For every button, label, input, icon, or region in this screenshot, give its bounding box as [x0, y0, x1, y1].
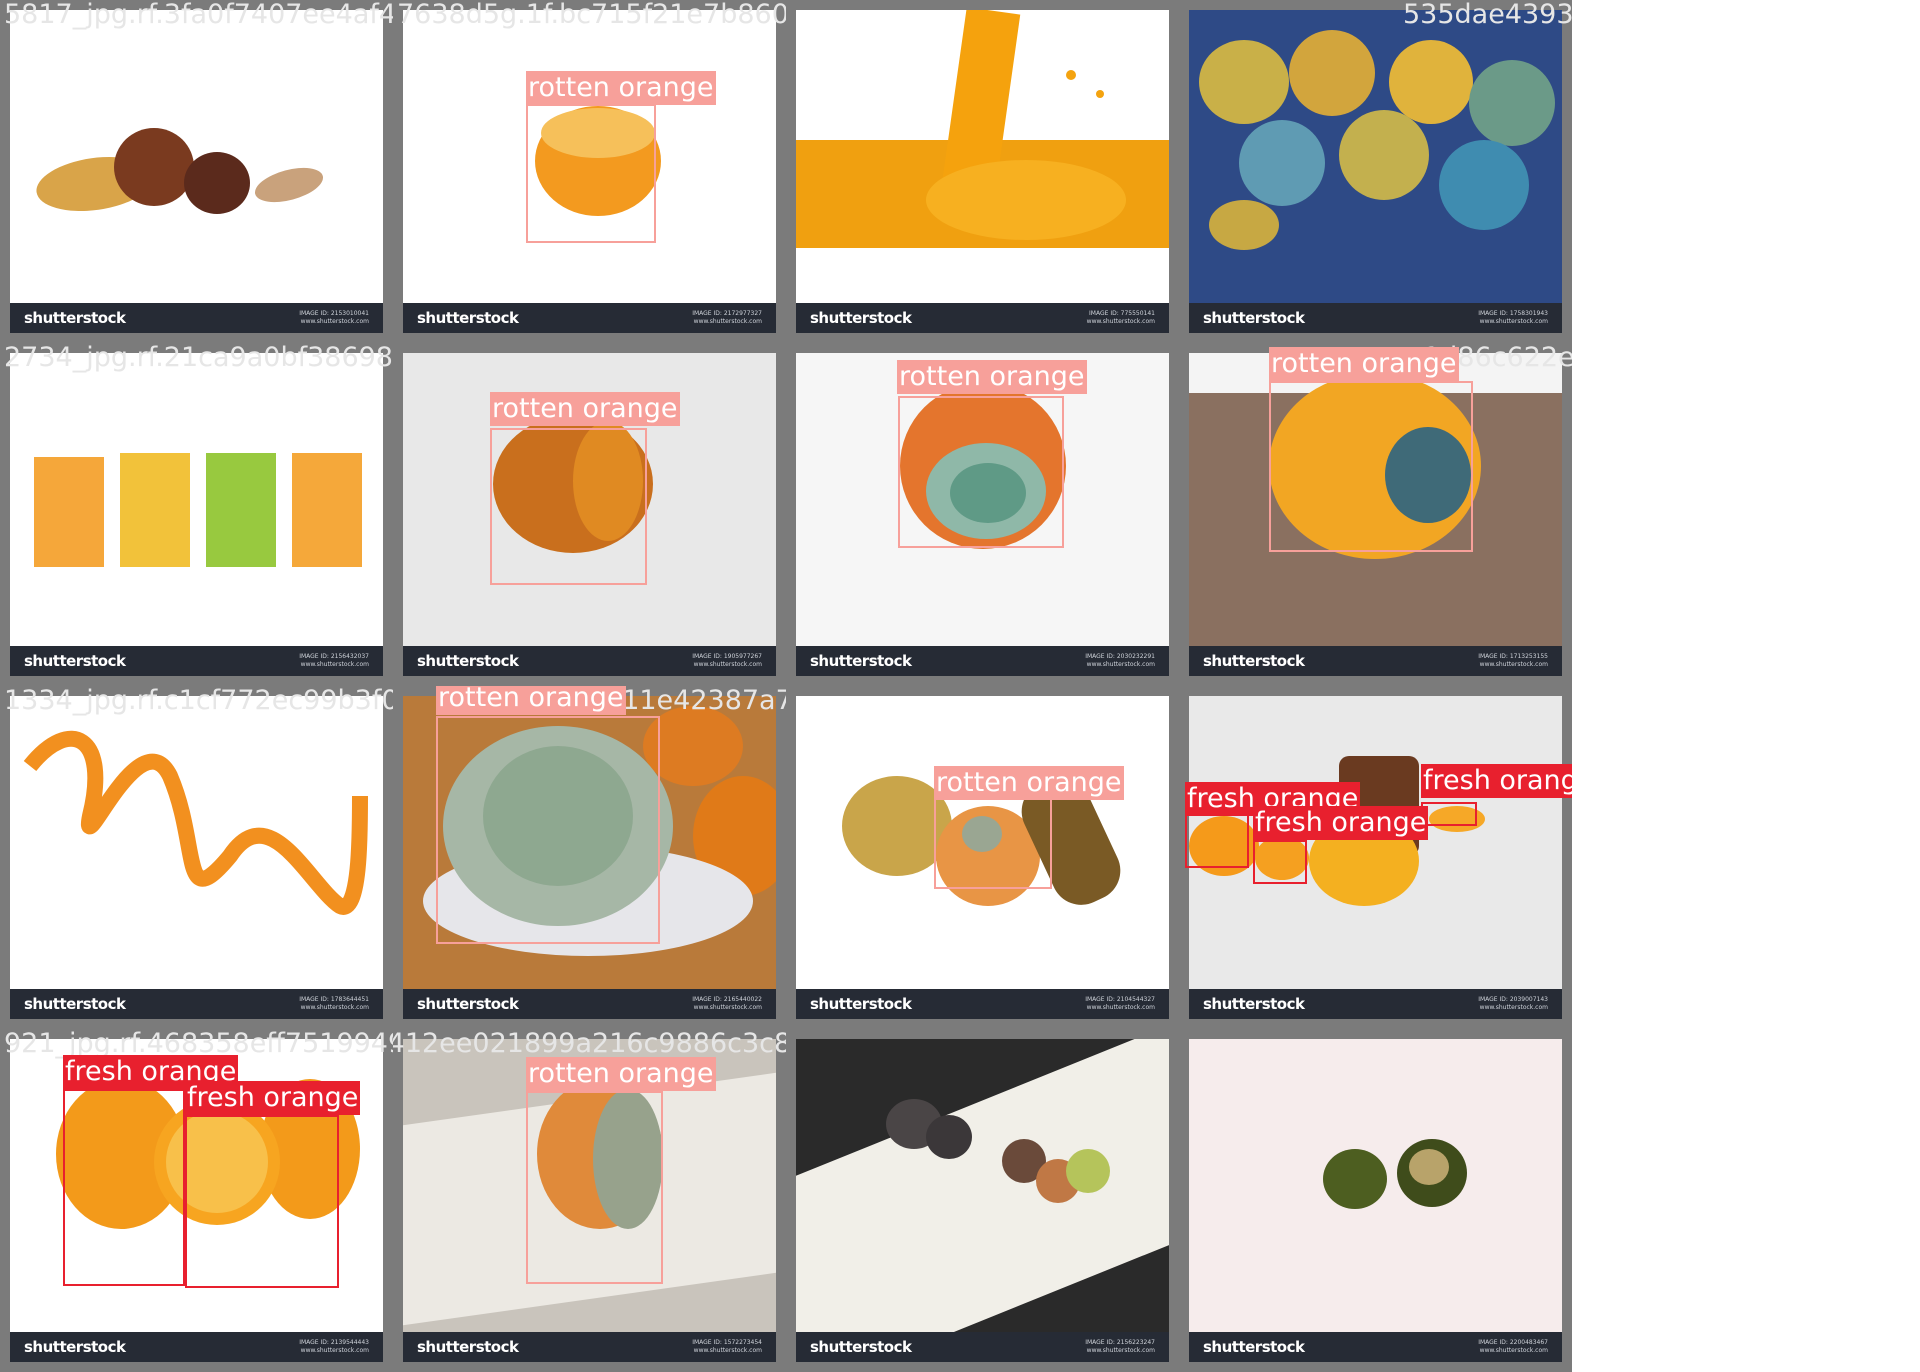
brand-logo: shutterstock	[1203, 652, 1305, 670]
bounding-box	[526, 1091, 663, 1284]
grid-cell: shutterstock IMAGE ID: 775550141 www.shutt…	[786, 0, 1179, 343]
photo: shutterstock IMAGE ID: 2156432037 www.shut…	[10, 353, 383, 676]
photo: shutterstock IMAGE ID: 2153010041 www.shut…	[10, 10, 383, 333]
grid-cell: shutterstock IMAGE ID: 2165440022 www.shut…	[393, 686, 786, 1029]
grid-cell: shutterstock IMAGE ID: 2156223247 www.shut…	[786, 1029, 1179, 1372]
box-label: rotten orange	[490, 392, 680, 426]
photo: shutterstock IMAGE ID: 1758301943 www.shut…	[1189, 10, 1562, 333]
grid-cell: shutterstock IMAGE ID: 2104544327 www.shut…	[786, 686, 1179, 1029]
brand-logo: shutterstock	[810, 309, 912, 327]
filename-label: 2734_jpg.rf.21ca9a0bf38698fbb9f67f02bc6c…	[4, 343, 393, 373]
brand-logo: shutterstock	[810, 1338, 912, 1356]
grid-cell: shutterstock IMAGE ID: 1713253155 www.shut…	[1179, 343, 1572, 686]
brand-logo: shutterstock	[417, 995, 519, 1013]
box-label: fresh orange	[1421, 764, 1572, 798]
photo: shutterstock IMAGE ID: 2200483467 www.shut…	[1189, 1039, 1562, 1362]
bounding-box	[898, 396, 1064, 548]
grid-cell: shutterstock IMAGE ID: 1572273454 www.shut…	[393, 1029, 786, 1372]
bounding-box	[436, 716, 660, 944]
grid-cell: shutterstock IMAGE ID: 1783644451 www.shut…	[0, 686, 393, 1029]
brand-logo: shutterstock	[1203, 1338, 1305, 1356]
filename-label: 6bae4412ee021899a216c9886c3c8cc9f4e42666…	[393, 1029, 786, 1059]
bounding-box	[1185, 812, 1249, 868]
grid-cell: shutterstock IMAGE ID: 1905977267 www.shut…	[393, 343, 786, 686]
bounding-box	[490, 428, 647, 585]
brand-logo: shutterstock	[417, 652, 519, 670]
brand-logo: shutterstock	[1203, 995, 1305, 1013]
box-label: rotten orange	[934, 766, 1124, 800]
box-label: fresh orange	[185, 1081, 361, 1115]
box-label: rotten orange	[436, 686, 626, 715]
grid-cell: shutterstock IMAGE ID: 2139544443 www.shut…	[0, 1029, 393, 1372]
filename-label: 7638d5g.1f.bc715f21e7b860548bc4898eitbfe…	[397, 0, 786, 30]
box-label: rotten orange	[897, 360, 1087, 394]
box-label: rotten orange	[526, 1057, 716, 1091]
box-label: rotten orange	[1269, 347, 1459, 381]
brand-logo: shutterstock	[24, 309, 126, 327]
photo: shutterstock IMAGE ID: 2156223247 www.shut…	[796, 1039, 1169, 1362]
bounding-box	[1269, 381, 1473, 552]
box-label: fresh orange	[1253, 806, 1429, 840]
grid-cell: shutterstock IMAGE ID: 2156432037 www.shut…	[0, 343, 393, 686]
brand-logo: shutterstock	[417, 309, 519, 327]
grid-cell: shutterstock IMAGE ID: 2153010041 www.shut…	[0, 0, 393, 343]
bounding-box	[185, 1115, 339, 1288]
grid-cell: shutterstock IMAGE ID: 2030232291 www.shut…	[786, 343, 1179, 686]
brand-logo: shutterstock	[810, 652, 912, 670]
image-grid: shutterstock IMAGE ID: 2153010041 www.shut…	[0, 0, 1920, 1372]
brand-logo: shutterstock	[24, 995, 126, 1013]
grid-cell: shutterstock IMAGE ID: 2039007143 www.shut…	[1179, 686, 1572, 1029]
bounding-box	[63, 1089, 185, 1286]
bounding-box	[1253, 840, 1307, 884]
brand-logo: shutterstock	[810, 995, 912, 1013]
filename-label: 535dae439356edf7e	[1403, 0, 1572, 30]
brand-logo: shutterstock	[24, 652, 126, 670]
bounding-box	[526, 104, 656, 243]
box-label: rotten orange	[526, 71, 716, 105]
photo: shutterstock IMAGE ID: 1783644451 www.shut…	[10, 696, 383, 1019]
brand-logo: shutterstock	[1203, 309, 1305, 327]
bounding-box	[1421, 802, 1477, 826]
brand-logo: shutterstock	[417, 1338, 519, 1356]
grid-cell: shutterstock IMAGE ID: 2172977327 www.shut…	[393, 0, 786, 343]
filename-label: 5817_jpg.rf.3fa0f7407ee4af41241f7728	[4, 0, 393, 30]
photo: shutterstock IMAGE ID: 775550141 www.shutt…	[796, 10, 1169, 333]
filename-label: 1334_jpg.rf.c1cf772ec99b3f0f5fb9682	[4, 686, 393, 716]
brand-logo: shutterstock	[24, 1338, 126, 1356]
grid-cell: shutterstock IMAGE ID: 2200483467 www.shut…	[1179, 1029, 1572, 1372]
grid-cell: shutterstock IMAGE ID: 1758301943 www.shut…	[1179, 0, 1572, 343]
